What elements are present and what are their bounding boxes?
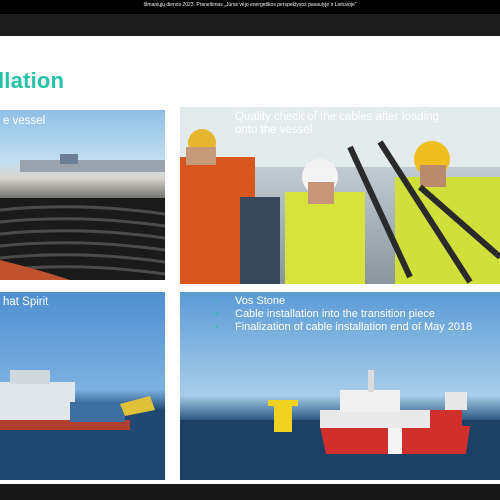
window-title: Išmaniųjų dienos 2023. Pranešimas „Jūros… [143,2,357,8]
ship-superstructure [60,154,78,164]
caption-spirit: hat Spirit [3,296,49,308]
bullet-3: • [215,322,219,332]
photo-installation-barge: hat Spirit [0,292,165,480]
bullet-vos-stone: Vos Stone [235,295,286,307]
worker-face [186,147,216,165]
bullet-1: • [215,296,219,306]
cable-coils-image [0,154,165,280]
photo-quality-check: Quality check of the cables after loadin… [180,107,500,284]
vos-stone-mast [368,370,374,392]
worker-face-center [308,182,334,204]
caption-vessel: e vessel [3,115,46,127]
photo-vos-stone: • Vos Stone • Cable installation into th… [180,292,500,480]
photo-cable-coils: e vessel [0,110,165,280]
barge-superstructure [0,382,75,426]
caption-quality-check-line1: Quality check of the cables after loadin… [235,111,439,123]
bottom-dark-band [0,484,500,500]
window-title-bar: Išmaniųjų dienos 2023. Pranešimas „Jūros… [0,0,500,14]
transition-piece-platform [268,400,298,406]
barge-bridge [10,370,50,384]
bullet-cable-installation: Cable installation into the transition p… [235,308,435,320]
vos-stone-crane [445,392,467,410]
worker-hi-vis-jacket [285,192,365,284]
quay-building [20,160,165,172]
presentation-slide: llation e vessel Quality check of the ca… [0,36,500,484]
vos-stone-hull-marking [388,428,402,454]
vos-stone-superstructure [320,410,430,428]
caption-quality-check-line2: onto the vessel [235,124,313,136]
top-dark-band [0,14,500,36]
bullet-finalization: Finalization of cable installation end o… [235,321,473,333]
workers-image [180,107,500,284]
bullet-2: • [215,309,219,319]
vos-stone-aft-deck [430,410,462,426]
transition-piece [274,404,292,432]
background-crew [240,197,280,284]
barge-deck-equipment [70,402,125,422]
slide-heading: llation [0,68,65,93]
worker-face-right [420,165,446,187]
vos-stone-bridge [340,390,400,412]
barge-image [0,370,165,480]
